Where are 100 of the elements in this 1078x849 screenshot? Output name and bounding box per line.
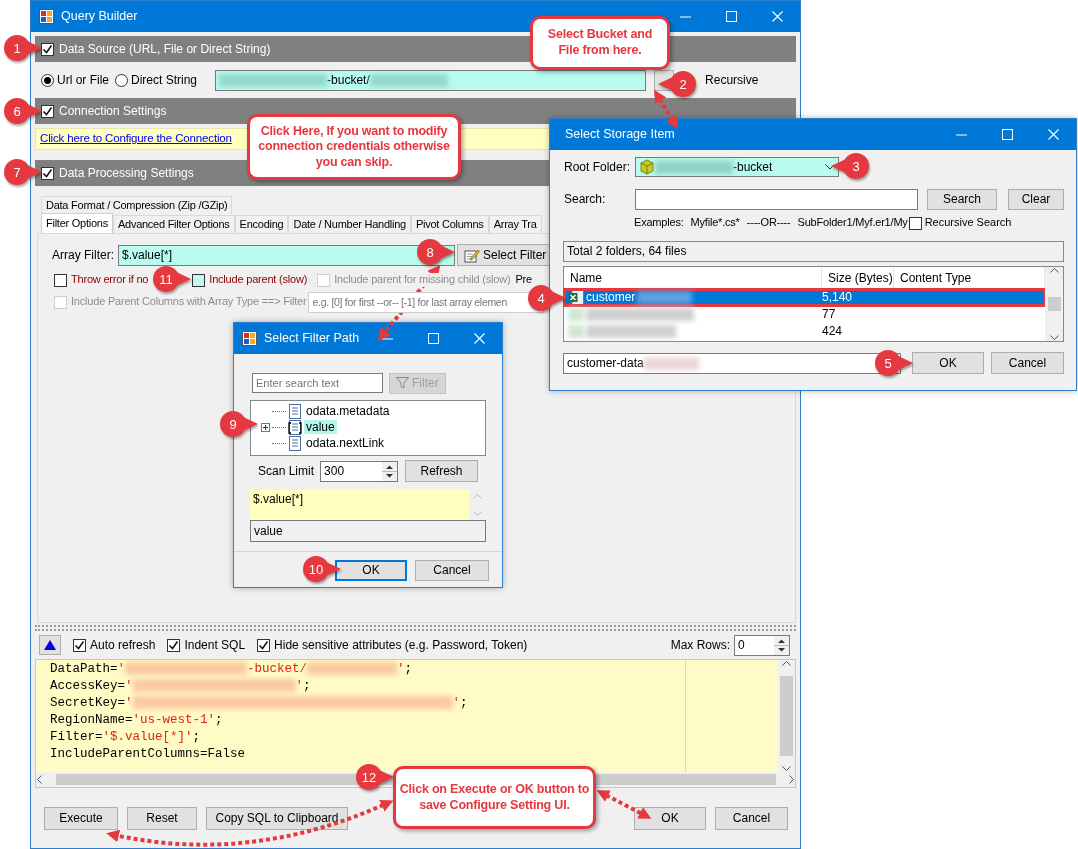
scroll-up-icon[interactable]: [782, 660, 791, 666]
hint-text: Examples:: [634, 216, 684, 230]
tree-item[interactable]: odata.nextLink: [304, 435, 387, 451]
annotation-tooltip: Click Here, If you want to modify connection credentials otherwise you can skip.: [247, 114, 461, 180]
checkbox-label[interactable]: Indent SQL: [184, 637, 246, 653]
minimize-icon[interactable]: [381, 337, 393, 340]
dialog-button[interactable]: OK: [634, 807, 706, 830]
search-field[interactable]: [635, 189, 918, 210]
checkbox-label[interactable]: Include parent (slow): [209, 273, 308, 287]
field-label: Array Filter:: [52, 247, 114, 263]
scroll-up-icon[interactable]: [1049, 267, 1059, 273]
tab[interactable]: Encoding: [234, 215, 289, 233]
scroll-left-icon[interactable]: [36, 775, 42, 784]
dialog-button[interactable]: Cancel: [991, 352, 1064, 374]
collapse-button[interactable]: [39, 635, 61, 655]
spinner-arrows-icon[interactable]: [382, 461, 398, 481]
maximize-icon[interactable]: [1001, 129, 1013, 140]
close-icon[interactable]: [771, 11, 783, 22]
clear-button[interactable]: Clear: [1008, 189, 1064, 210]
max-rows-field[interactable]: 0: [734, 634, 790, 656]
list-row[interactable]: customer 5,140: [564, 289, 1045, 306]
maximize-icon[interactable]: [427, 333, 439, 344]
close-icon[interactable]: [473, 333, 485, 344]
list-row[interactable]: 424: [564, 323, 1045, 340]
annotation-tooltip: Select Bucket and File from here.: [530, 16, 670, 70]
app-icon: [242, 331, 257, 346]
tab[interactable]: Data Format / Compression (Zip /GZip): [41, 196, 233, 214]
radio-button[interactable]: [115, 73, 128, 87]
dialog-button[interactable]: Execute: [44, 807, 118, 830]
window-title: Query Builder: [61, 9, 138, 24]
tab[interactable]: Advanced Filter Options: [112, 215, 235, 233]
dialog-button[interactable]: OK: [335, 560, 407, 581]
app-icon: [39, 9, 54, 24]
checkbox[interactable]: [41, 104, 54, 118]
checkbox-label[interactable]: Hide sensitive attributes (e.g. Password, Token): [274, 637, 528, 653]
list-row[interactable]: 77: [564, 306, 1045, 323]
maximize-icon[interactable]: [725, 11, 737, 22]
dialog-button[interactable]: OK: [912, 352, 984, 374]
refresh-button[interactable]: Refresh: [405, 460, 479, 482]
checkbox[interactable]: [167, 638, 181, 652]
up-arrow-icon: [44, 640, 56, 650]
document-icon: [288, 435, 302, 451]
tab[interactable]: Date / Number Handling: [288, 215, 411, 233]
scroll-thumb[interactable]: [779, 676, 794, 756]
expand-icon[interactable]: [261, 422, 270, 432]
checkbox-label[interactable]: Recursive Search: [924, 216, 1012, 230]
dialog-button[interactable]: Reset: [127, 807, 197, 830]
file-list[interactable]: Name Size (Bytes) Content Type customer 5,140 77 424: [563, 266, 1064, 342]
tab[interactable]: Filter Options: [41, 213, 113, 233]
path-field[interactable]: -bucket/: [215, 69, 647, 91]
tree-view[interactable]: odata.metadata value odata.nextLink: [250, 400, 486, 456]
dialog-button[interactable]: Cancel: [415, 560, 489, 581]
checkbox[interactable]: [192, 273, 206, 287]
cube-icon: [639, 159, 655, 175]
hint-text: Myfile*.cs*: [690, 216, 740, 230]
tab[interactable]: Array Tra: [488, 215, 542, 233]
scroll-thumb[interactable]: [1046, 297, 1062, 311]
field-label: Max Rows:: [670, 637, 730, 653]
checkbox[interactable]: [41, 42, 54, 56]
edit-icon: [464, 247, 480, 263]
radio-label[interactable]: Direct String: [131, 72, 198, 88]
radio-button[interactable]: [41, 73, 54, 87]
status-text: Total 2 folders, 64 files: [563, 241, 1064, 262]
checkbox-label[interactable]: Auto refresh: [90, 637, 156, 653]
spinner-arrows-icon[interactable]: [774, 635, 789, 655]
checkbox[interactable]: [41, 166, 54, 180]
checkbox[interactable]: [257, 638, 271, 652]
section-title: Data Processing Settings: [59, 165, 194, 181]
dialog-button[interactable]: Copy SQL to Clipboard: [206, 807, 348, 830]
scroll-right-icon[interactable]: [789, 775, 795, 784]
document-icon: [288, 403, 302, 419]
checkbox[interactable]: [54, 273, 67, 287]
scan-limit-field[interactable]: 300: [320, 460, 399, 482]
spreadsheet-icon: [568, 290, 584, 305]
search-button[interactable]: Search: [927, 189, 997, 210]
dialog-button[interactable]: Cancel: [715, 807, 788, 830]
tab[interactable]: Pivot Columns: [410, 215, 489, 233]
field-label: Search:: [564, 192, 607, 207]
close-icon[interactable]: [1047, 129, 1059, 140]
scroll-down-icon[interactable]: [782, 766, 791, 772]
window-title: Select Filter Path: [264, 331, 360, 346]
tree-item[interactable]: value: [304, 419, 337, 435]
annotation-tooltip: Click on Execute or OK button to save Configure Setting UI.: [393, 766, 596, 829]
code-line: Filter='$.value[*]';: [50, 729, 202, 746]
window-title: Select Storage Item: [565, 127, 675, 142]
search-field[interactable]: Enter search text: [252, 373, 383, 393]
checkbox-label[interactable]: Recursive: [705, 72, 759, 88]
section-title: Connection Settings: [59, 103, 167, 119]
array-icon: [288, 419, 302, 435]
dotted-arrow: [596, 790, 652, 819]
configure-link[interactable]: Click here to Configure the Connection: [40, 132, 232, 146]
tree-item[interactable]: odata.metadata: [304, 403, 392, 419]
root-folder-dropdown[interactable]: -bucket: [635, 157, 839, 177]
checkbox[interactable]: [908, 216, 922, 230]
filter-icon: [396, 377, 409, 389]
path-text-area[interactable]: $.value[*]: [250, 490, 469, 520]
checkbox[interactable]: [73, 638, 86, 652]
scroll-down-icon[interactable]: [1049, 335, 1059, 341]
radio-label[interactable]: Url or File: [57, 72, 109, 88]
code-line: RegionName='us-west-1';: [50, 712, 224, 729]
